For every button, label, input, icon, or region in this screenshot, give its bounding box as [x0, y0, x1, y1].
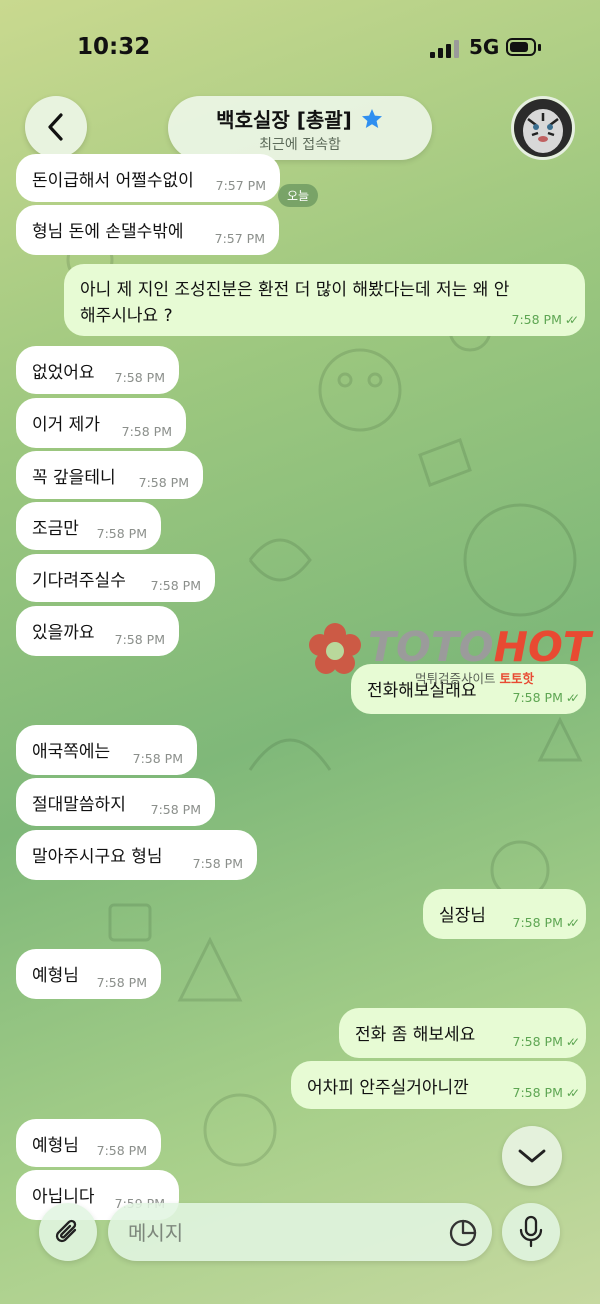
- message-text: 어차피 안주실거아니깐: [307, 1078, 469, 1098]
- message-input-container: [108, 1203, 492, 1261]
- watermark-caption-accent: 토토핫: [499, 671, 535, 686]
- double-check-icon: ✓✓: [565, 690, 580, 705]
- network-type: 5G: [469, 35, 500, 59]
- message-input[interactable]: [126, 1217, 430, 1249]
- message-incoming[interactable]: 이거 제가 7:58 PM: [16, 398, 186, 448]
- message-incoming[interactable]: 예형님 7:58 PM: [16, 949, 161, 999]
- message-time: 7:58 PM: [150, 802, 201, 817]
- last-seen-status: 최근에 접속함: [259, 137, 341, 153]
- message-text: 있을까요: [32, 623, 95, 643]
- message-time: 7:58 PM: [132, 751, 183, 766]
- date-badge: 오늘: [278, 184, 319, 207]
- watermark: TOTOHOT 먹튀검증사이트 토토핫: [305, 620, 600, 690]
- status-time: 10:32: [77, 34, 151, 60]
- message-time: 7:58 PM: [96, 1143, 147, 1158]
- message-incoming[interactable]: 절대말씀하지 7:58 PM: [16, 778, 215, 826]
- message-text: 말아주시구요 형님: [32, 847, 163, 867]
- message-time: 7:58 PM: [512, 915, 563, 930]
- flower-logo-icon: [309, 623, 361, 674]
- sticker-icon[interactable]: [448, 1218, 478, 1248]
- message-time: 7:58 PM: [114, 370, 165, 385]
- message-time: 7:57 PM: [215, 178, 266, 193]
- message-time: 7:58 PM: [96, 526, 147, 541]
- message-outgoing[interactable]: 어차피 안주실거아니깐 7:58 PM ✓✓: [291, 1061, 586, 1109]
- message-text: 없었어요: [32, 363, 95, 383]
- double-check-icon: ✓✓: [565, 1085, 580, 1100]
- message-time: 7:58 PM: [150, 578, 201, 593]
- message-text: 애국쪽에는: [32, 742, 111, 762]
- message-text: 돈이급해서 어쩔수없이: [32, 171, 194, 191]
- chevron-down-icon: [518, 1149, 546, 1163]
- message-time: 7:58 PM: [511, 312, 562, 327]
- chevron-left-icon: [48, 113, 63, 141]
- message-incoming[interactable]: 형님 돈에 손댈수밖에 7:57 PM: [16, 205, 279, 255]
- message-text: 조금만: [32, 519, 79, 539]
- message-time: 7:58 PM: [512, 1085, 563, 1100]
- avatar[interactable]: [511, 96, 575, 160]
- message-time: 7:58 PM: [96, 975, 147, 990]
- message-incoming[interactable]: 없었어요 7:58 PM: [16, 346, 179, 394]
- back-button[interactable]: [25, 96, 87, 158]
- double-check-icon: ✓✓: [564, 312, 579, 327]
- message-text: 꼭 갚을테니: [32, 468, 116, 488]
- scroll-to-bottom-button[interactable]: [502, 1126, 562, 1186]
- message-text: 형님 돈에 손댈수밖에: [32, 222, 184, 242]
- message-incoming[interactable]: 기다려주실수 7:58 PM: [16, 554, 215, 602]
- double-check-icon: ✓✓: [565, 1034, 580, 1049]
- message-incoming[interactable]: 말아주시구요 형님 7:58 PM: [16, 830, 257, 880]
- attach-button[interactable]: [39, 1203, 97, 1261]
- double-check-icon: ✓✓: [565, 915, 580, 930]
- watermark-brand-accent: HOT: [493, 623, 591, 671]
- message-incoming[interactable]: 돈이급해서 어쩔수없이 7:57 PM: [16, 154, 280, 202]
- paperclip-icon: [55, 1219, 77, 1243]
- chat-title: 백호실장 [총괄]: [216, 108, 352, 132]
- message-incoming[interactable]: 있을까요 7:58 PM: [16, 606, 179, 656]
- watermark-caption: 먹튀검증사이트: [415, 671, 496, 686]
- message-text: 이거 제가: [32, 415, 100, 435]
- signal-icon: [430, 40, 459, 58]
- watermark-brand: TOTO: [368, 623, 494, 671]
- message-text-line2: 해주시나요 ?: [80, 306, 173, 326]
- message-incoming[interactable]: 애국쪽에는 7:58 PM: [16, 725, 197, 775]
- battery-icon: [506, 38, 536, 56]
- message-text: 예형님: [32, 1136, 79, 1156]
- message-time: 7:58 PM: [512, 1034, 563, 1049]
- message-text: 기다려주실수: [32, 571, 126, 591]
- chat-header[interactable]: 백호실장 [총괄] 최근에 접속함: [168, 96, 432, 160]
- message-outgoing[interactable]: 아니 제 지인 조성진분은 환전 더 많이 해봤다는데 저는 왜 안 해주시나요…: [64, 264, 585, 336]
- message-time: 7:58 PM: [114, 632, 165, 647]
- message-time: 7:57 PM: [214, 231, 265, 246]
- message-time: 7:58 PM: [192, 856, 243, 871]
- message-text: 아니 제 지인 조성진분은 환전 더 많이 해봤다는데 저는 왜 안: [80, 280, 510, 300]
- message-time: 7:58 PM: [121, 424, 172, 439]
- star-icon: [361, 108, 382, 128]
- message-time: 7:58 PM: [512, 690, 563, 705]
- microphone-icon: [519, 1215, 543, 1248]
- message-text: 실장님: [439, 906, 486, 926]
- message-time: 7:58 PM: [138, 475, 189, 490]
- message-text: 절대말씀하지: [32, 795, 126, 815]
- message-outgoing[interactable]: 실장님 7:58 PM ✓✓: [423, 889, 586, 939]
- message-outgoing[interactable]: 전화 좀 해보세요 7:58 PM ✓✓: [339, 1008, 586, 1058]
- message-incoming[interactable]: 예형님 7:58 PM: [16, 1119, 161, 1167]
- message-incoming[interactable]: 조금만 7:58 PM: [16, 502, 161, 550]
- message-text: 예형님: [32, 966, 79, 986]
- message-text: 전화 좀 해보세요: [355, 1025, 476, 1045]
- voice-message-button[interactable]: [502, 1203, 560, 1261]
- message-incoming[interactable]: 꼭 갚을테니 7:58 PM: [16, 451, 203, 499]
- tiger-avatar-icon: [514, 99, 572, 157]
